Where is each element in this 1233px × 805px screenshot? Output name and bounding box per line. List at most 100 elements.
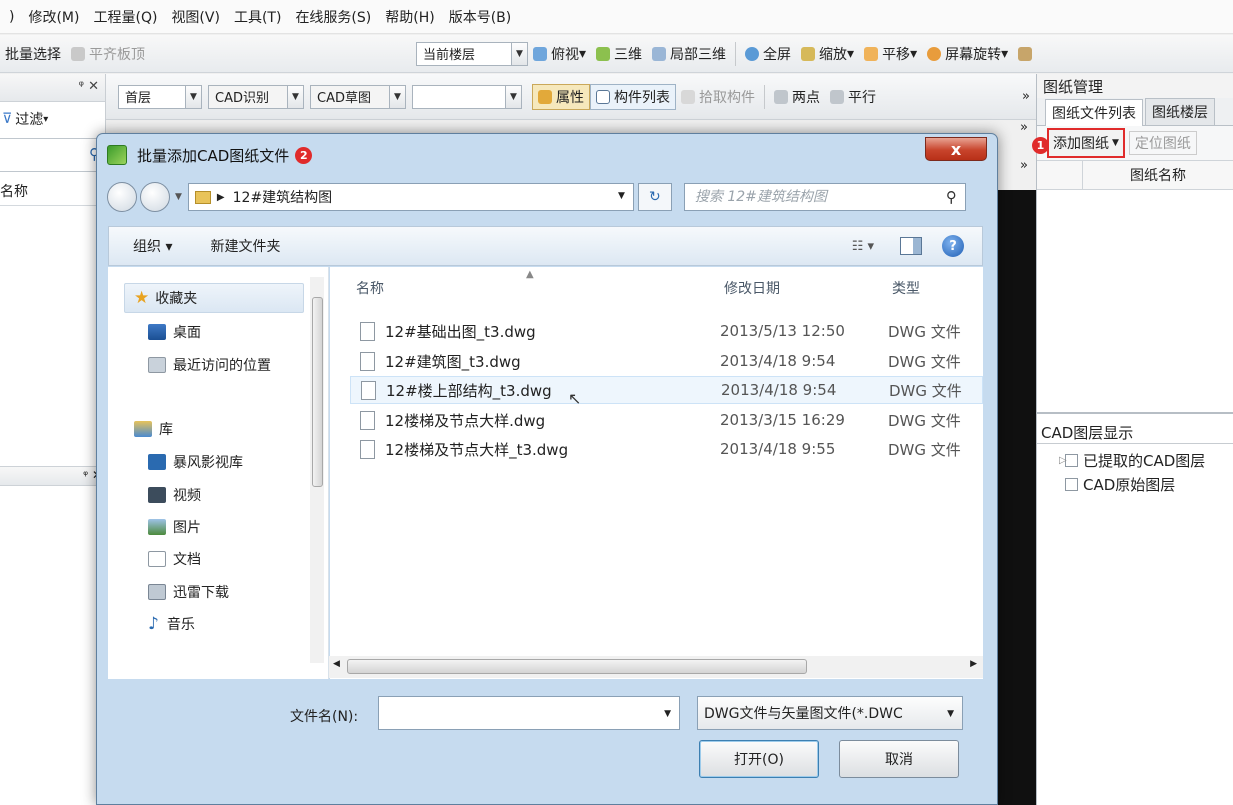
layer-checkbox[interactable] bbox=[1065, 477, 1078, 491]
file-row[interactable]: 12#基础出图_t3.dwg 2013/5/13 12:50 DWG 文件 bbox=[350, 317, 983, 345]
tab-drawing-file-list[interactable]: 图纸文件列表 bbox=[1045, 99, 1143, 126]
mouse-cursor-icon: ↖ bbox=[568, 389, 582, 408]
zoom-button[interactable]: 缩放 ▾ bbox=[796, 41, 859, 67]
chevron-down-icon[interactable]: ▼ bbox=[618, 191, 625, 201]
parallel-button[interactable]: 平行 bbox=[825, 84, 881, 110]
overflow-chevron-icon[interactable]: » bbox=[1020, 120, 1028, 135]
organize-button[interactable]: 组织 ▾ bbox=[133, 236, 172, 256]
nav-baofeng-library[interactable]: 暴风影视库 bbox=[148, 452, 243, 472]
layer-original[interactable]: CAD原始图层 bbox=[1037, 472, 1233, 496]
expand-icon[interactable]: ▷ bbox=[1059, 455, 1067, 466]
file-row[interactable]: 12#建筑图_t3.dwg 2013/4/18 9:54 DWG 文件 bbox=[350, 347, 983, 375]
drawing-grid[interactable] bbox=[1037, 190, 1233, 414]
locate-drawing-button[interactable]: 定位图纸 bbox=[1128, 131, 1197, 155]
dwg-file-icon bbox=[360, 439, 375, 459]
nav-music[interactable]: ♪ 音乐 bbox=[148, 614, 195, 634]
nav-xunlei-downloads[interactable]: 迅雷下载 bbox=[148, 582, 229, 602]
forward-button[interactable] bbox=[140, 182, 170, 212]
file-type-select[interactable]: DWG文件与矢量图文件(*.DWC ▼ bbox=[697, 696, 963, 730]
pick-component-button[interactable]: 拾取构件 bbox=[676, 84, 760, 110]
close-button[interactable]: x bbox=[925, 137, 987, 161]
nav-recent-places[interactable]: 最近访问的位置 bbox=[148, 355, 271, 375]
chevron-down-icon: ▼ bbox=[1112, 138, 1119, 148]
view-options-icon[interactable]: ☷ ▾ bbox=[852, 239, 874, 254]
chevron-down-icon[interactable]: ▼ bbox=[664, 709, 671, 719]
nav-libraries[interactable]: 库 bbox=[134, 419, 173, 439]
column-date-header[interactable]: 修改日期 bbox=[724, 278, 780, 298]
back-button[interactable] bbox=[107, 182, 137, 212]
menu-quantity[interactable]: 工程量(Q) bbox=[86, 7, 164, 27]
filter-button[interactable]: 过滤 bbox=[15, 109, 43, 129]
navigation-pane: ★ 收藏夹 桌面 最近访问的位置 库 暴风影视库 视频 图片 文档 迅雷下载 ♪ 音… bbox=[108, 267, 329, 679]
layer-extracted[interactable]: ▷ 已提取的CAD图层 bbox=[1037, 448, 1233, 472]
scroll-left-icon[interactable]: ◀ bbox=[333, 659, 340, 669]
file-row[interactable]: 12楼梯及节点大样_t3.dwg 2013/4/18 9:55 DWG 文件 bbox=[350, 435, 983, 463]
address-bar[interactable]: ▶ 12#建筑结构图 ▼ bbox=[187, 183, 634, 211]
command-bar: 组织 ▾ 新建文件夹 ☷ ▾ ? bbox=[108, 226, 983, 266]
screen-rotate-button[interactable]: 屏幕旋转 ▾ bbox=[922, 41, 1013, 67]
toolbar-divider bbox=[735, 41, 737, 66]
local-3d-button[interactable]: 局部三维 bbox=[647, 41, 731, 67]
menu-edge[interactable]: ) bbox=[2, 9, 21, 25]
two-points-button[interactable]: 两点 bbox=[769, 84, 825, 110]
scroll-right-icon[interactable]: ▶ bbox=[970, 659, 977, 669]
nav-videos[interactable]: 视频 bbox=[148, 485, 201, 505]
drawing-tool-button[interactable] bbox=[1013, 41, 1041, 67]
tab-drawing-floor[interactable]: 图纸楼层 bbox=[1145, 98, 1215, 125]
chevron-right-icon[interactable]: ▶ bbox=[217, 192, 225, 203]
file-row[interactable]: 12楼梯及节点大样.dwg 2013/3/15 16:29 DWG 文件 bbox=[350, 406, 983, 434]
overflow-chevron-icon[interactable]: » bbox=[1020, 158, 1028, 173]
file-row[interactable]: 12#楼上部结构_t3.dwg 2013/4/18 9:54 DWG 文件 bbox=[350, 376, 983, 404]
list-icon bbox=[596, 89, 610, 104]
help-icon[interactable]: ? bbox=[942, 235, 964, 257]
horizontal-scrollbar[interactable]: ◀ ▶ bbox=[329, 656, 983, 678]
cad-recognize-combo[interactable]: CAD识别 ▼ bbox=[208, 84, 304, 109]
nav-favorites[interactable]: ★ 收藏夹 bbox=[134, 288, 197, 308]
search-input[interactable] bbox=[694, 189, 925, 205]
overflow-chevron-icon[interactable]: » bbox=[1022, 89, 1030, 104]
preview-pane-icon[interactable] bbox=[900, 237, 922, 255]
component-combo[interactable]: ▼ bbox=[412, 84, 522, 109]
fullscreen-button[interactable]: 全屏 bbox=[740, 41, 796, 67]
component-list-button[interactable]: 构件列表 bbox=[590, 83, 676, 110]
top-view-button[interactable]: 俯视 ▾ bbox=[528, 41, 591, 67]
batch-select-button[interactable]: 批量选择 bbox=[0, 41, 66, 67]
3d-button[interactable]: 三维 bbox=[591, 41, 647, 67]
menu-online-service[interactable]: 在线服务(S) bbox=[288, 7, 378, 27]
local-3d-icon bbox=[652, 46, 667, 61]
scroll-thumb[interactable] bbox=[312, 297, 323, 487]
chevron-down-icon[interactable]: ▼ bbox=[175, 192, 182, 202]
sort-arrow-icon: ▲ bbox=[526, 269, 534, 280]
filter-icon: ⊽ bbox=[2, 111, 13, 127]
menu-version[interactable]: 版本号(B) bbox=[442, 7, 519, 27]
nav-desktop[interactable]: 桌面 bbox=[148, 322, 201, 342]
nav-documents[interactable]: 文档 bbox=[148, 549, 201, 569]
column-type-header[interactable]: 类型 bbox=[892, 278, 920, 298]
chevron-down-icon: ▼ bbox=[947, 709, 954, 719]
pan-button[interactable]: 平移 ▾ bbox=[859, 41, 922, 67]
filename-input[interactable] bbox=[379, 697, 649, 729]
align-slab-top-button[interactable]: 平齐板顶 bbox=[66, 41, 150, 67]
current-path[interactable]: 12#建筑结构图 bbox=[233, 187, 333, 207]
floor-scope-combo[interactable]: 当前楼层 ▼ bbox=[416, 41, 528, 66]
nav-pictures[interactable]: 图片 bbox=[148, 517, 201, 537]
scroll-thumb[interactable] bbox=[347, 659, 807, 674]
menu-help[interactable]: 帮助(H) bbox=[378, 7, 441, 27]
cancel-button[interactable]: 取消 bbox=[839, 740, 959, 778]
pin-icon[interactable]: ᵠ ✕ bbox=[79, 79, 99, 94]
menu-view[interactable]: 视图(V) bbox=[164, 7, 227, 27]
column-name-header[interactable]: 名称 bbox=[356, 278, 384, 298]
menu-tools[interactable]: 工具(T) bbox=[227, 7, 288, 27]
new-folder-button[interactable]: 新建文件夹 bbox=[210, 236, 280, 256]
refresh-button[interactable]: ↻ bbox=[637, 183, 672, 211]
menu-modify[interactable]: 修改(M) bbox=[21, 7, 86, 27]
search-icon[interactable]: ⚲ bbox=[946, 188, 957, 206]
floor-combo[interactable]: 首层 ▼ bbox=[118, 84, 202, 109]
properties-button[interactable]: 属性 bbox=[532, 83, 590, 110]
cube-icon bbox=[533, 46, 547, 61]
open-button[interactable]: 打开(O) bbox=[699, 740, 819, 778]
left-search-input[interactable]: ⚲ bbox=[0, 138, 105, 172]
cad-sketch-combo[interactable]: CAD草图 ▼ bbox=[310, 84, 406, 109]
add-drawing-button[interactable]: 添加图纸 ▼ bbox=[1047, 128, 1125, 158]
nav-scrollbar[interactable] bbox=[310, 277, 324, 663]
